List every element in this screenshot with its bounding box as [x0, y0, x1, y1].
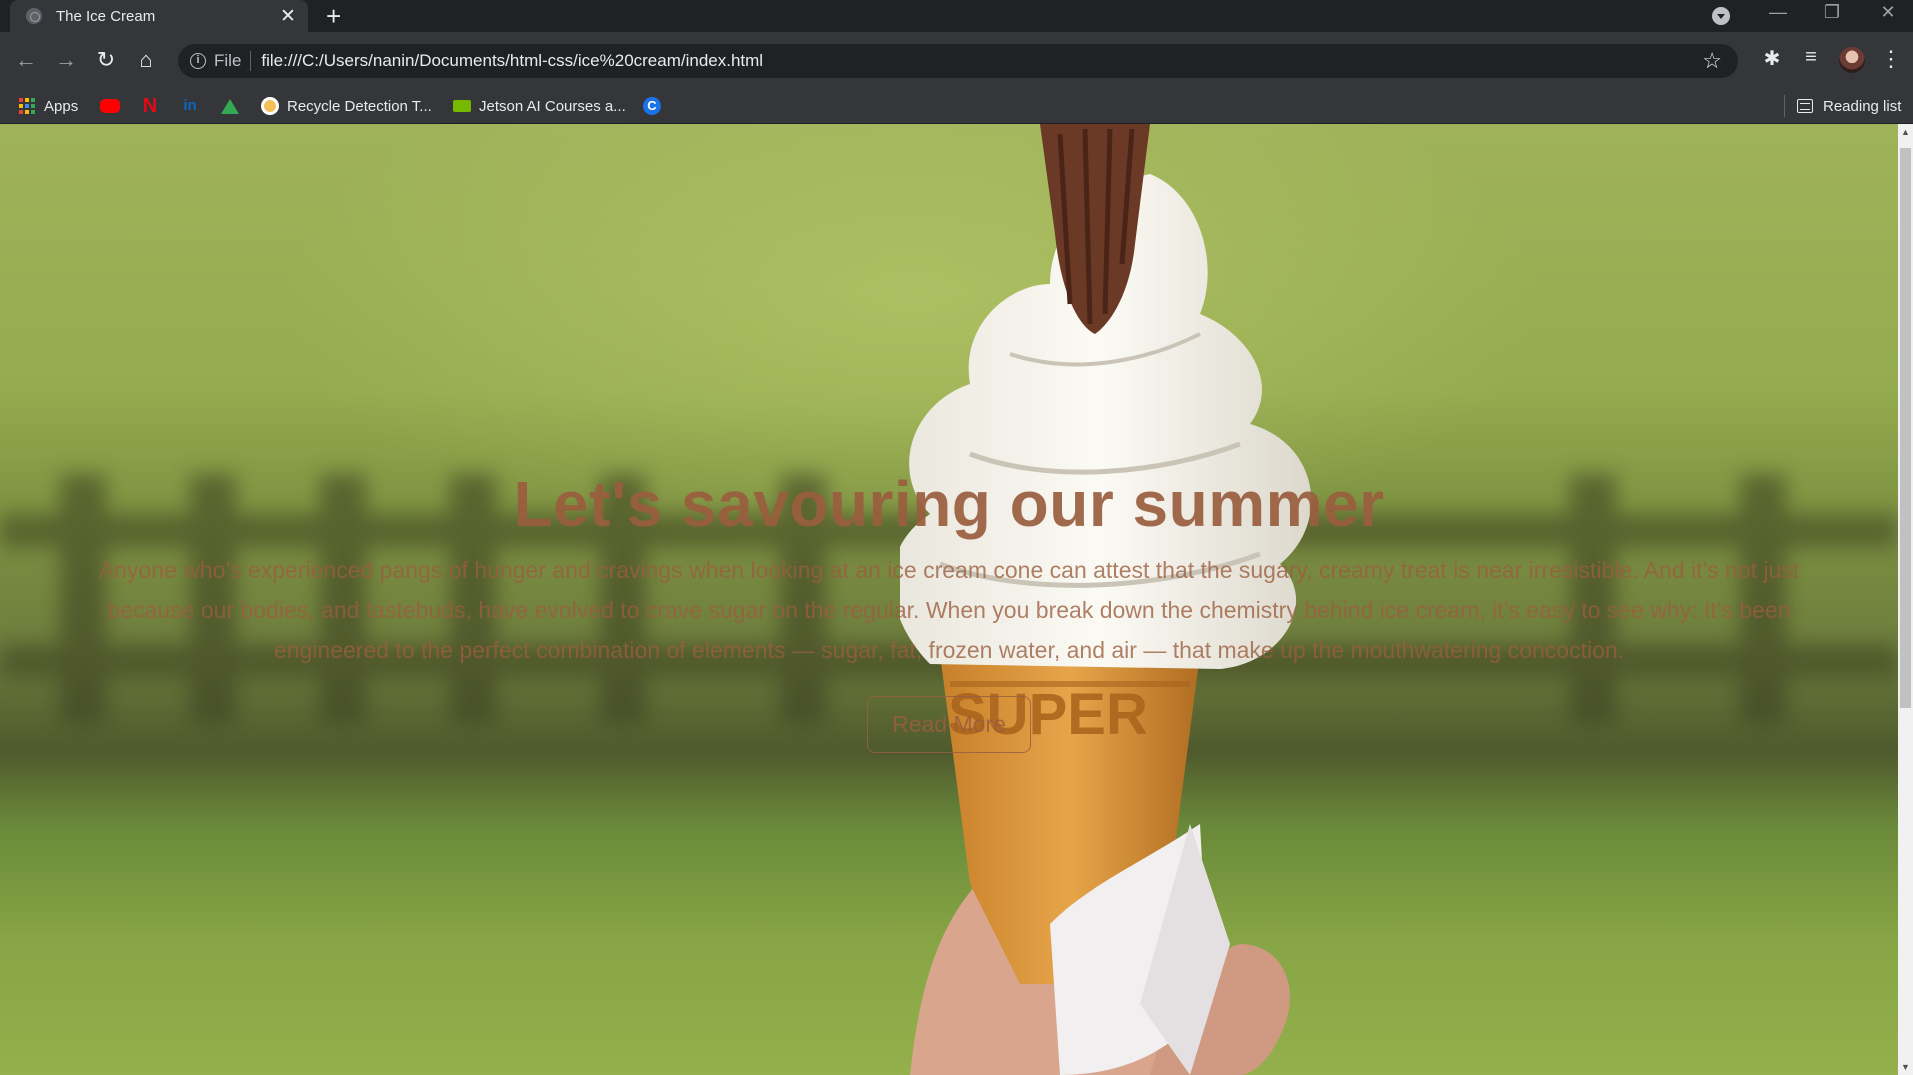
reading-list-button[interactable]: Reading list [1784, 95, 1901, 117]
media-control-icon[interactable]: ≡ [1797, 46, 1825, 69]
bookmark-youtube[interactable] [100, 95, 128, 117]
minimize-button[interactable]: — [1758, 2, 1798, 23]
bookmark-recycle-label: Recycle Detection T... [287, 97, 432, 115]
bookmark-c[interactable]: C [643, 95, 669, 117]
reading-list-label: Reading list [1823, 97, 1902, 115]
c-circle-icon: C [643, 97, 661, 115]
address-bar[interactable]: i File file:///C:/Users/nanin/Documents/… [178, 44, 1738, 78]
linkedin-icon: in [183, 97, 197, 114]
youtube-icon [100, 99, 120, 113]
bookmark-google-drive[interactable] [221, 95, 247, 117]
apps-grid-icon [19, 98, 35, 114]
close-window-button[interactable]: ✕ [1868, 2, 1908, 23]
page-scrollbar[interactable]: ▲ ▼ [1898, 124, 1913, 1075]
scroll-down-arrow-icon[interactable]: ▼ [1898, 1059, 1913, 1075]
tab-search-icon[interactable] [1712, 7, 1730, 25]
close-icon[interactable]: ✕ [278, 5, 298, 28]
scrollbar-thumb[interactable] [1900, 148, 1911, 708]
bookmark-apps[interactable]: Apps [19, 95, 78, 117]
reading-list-icon [1797, 99, 1813, 113]
new-tab-button[interactable]: + [326, 2, 341, 30]
scroll-up-arrow-icon[interactable]: ▲ [1898, 124, 1913, 140]
bookmark-jetson-label: Jetson AI Courses a... [479, 97, 626, 115]
url-scheme-label: File [214, 51, 252, 71]
bookmark-star-icon[interactable]: ☆ [1702, 48, 1722, 74]
reload-icon[interactable]: ↻ [92, 46, 120, 74]
forward-arrow-icon[interactable]: → [52, 46, 80, 74]
google-drive-icon [221, 98, 239, 114]
tab-title: The Ice Cream [56, 7, 156, 25]
tab-active[interactable]: The Ice Cream ✕ [10, 0, 308, 32]
restore-button[interactable]: ❐ [1812, 2, 1852, 23]
tab-strip: The Ice Cream ✕ + — ❐ ✕ [0, 0, 1913, 32]
url-text[interactable]: file:///C:/Users/nanin/Documents/html-cs… [261, 51, 763, 71]
hero-section: Let's savouring our summer Anyone who’s … [0, 464, 1898, 753]
home-icon[interactable]: ⌂ [132, 46, 160, 74]
netflix-icon: N [142, 95, 158, 117]
bookmark-netflix[interactable]: N [141, 95, 167, 117]
more-menu-icon[interactable]: ⋮ [1880, 45, 1902, 73]
globe-icon [26, 8, 42, 24]
info-icon[interactable]: i [190, 53, 206, 69]
colab-icon [261, 97, 279, 115]
nvidia-icon [453, 100, 471, 112]
back-arrow-icon[interactable]: ← [12, 46, 40, 74]
page-viewport: SUPER Let's savouring our summer Anyone … [0, 124, 1898, 1075]
hero-description: Anyone who’s experienced pangs of hunger… [98, 557, 1800, 663]
extensions-puzzle-icon[interactable]: ✱ [1758, 46, 1786, 71]
browser-toolbar: ← → ↻ ⌂ i File file:///C:/Users/nanin/Do… [0, 32, 1913, 88]
bookmark-recycle-detection[interactable]: Recycle Detection T... [261, 95, 432, 117]
bookmarks-bar: Apps N in Recycle Detection T... Jetson … [0, 88, 1913, 124]
profile-avatar[interactable] [1839, 47, 1865, 73]
read-more-button[interactable]: Read More [867, 696, 1031, 753]
bookmark-linkedin[interactable]: in [181, 95, 207, 117]
bookmark-apps-label: Apps [44, 97, 79, 115]
bookmark-jetson[interactable]: Jetson AI Courses a... [453, 95, 626, 117]
hero-title: Let's savouring our summer [513, 468, 1385, 540]
